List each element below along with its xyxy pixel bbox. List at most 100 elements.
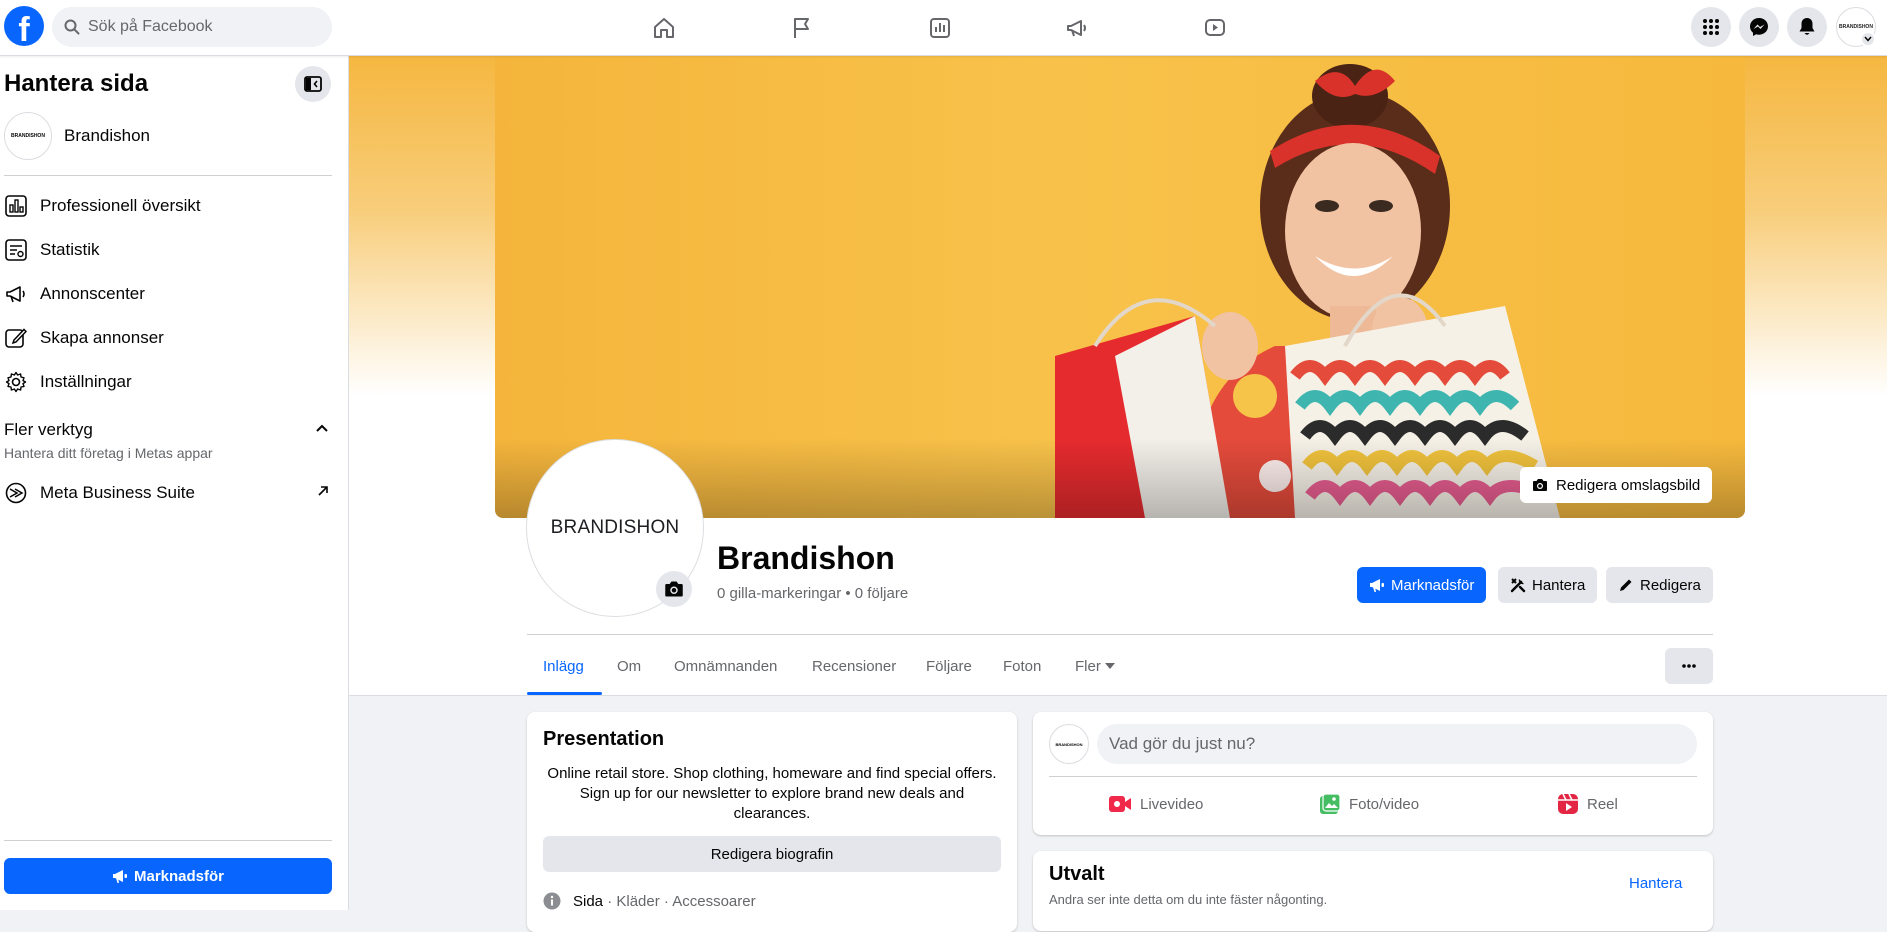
dashboard-icon <box>4 194 28 218</box>
manage-button[interactable]: Hantera <box>1498 567 1598 603</box>
sidebar-promote-label: Marknadsför <box>133 867 225 885</box>
facebook-logo[interactable]: f <box>4 6 44 46</box>
live-video-button[interactable]: Livevideo <box>1108 784 1203 824</box>
collapse-sidebar-icon[interactable] <box>295 66 331 102</box>
sidebar-divider <box>4 175 332 176</box>
sidebar-page-name: Brandishon <box>64 126 151 145</box>
composer-input[interactable]: Vad gör du just nu? <box>1097 724 1697 764</box>
sidebar-item-meta-business-suite[interactable]: Meta Business Suite <box>4 473 332 513</box>
messenger-icon[interactable] <box>1739 7 1779 47</box>
photo-video-label: Foto/video <box>1349 795 1420 813</box>
search-input[interactable] <box>88 18 308 36</box>
live-video-label: Livevideo <box>1140 795 1204 813</box>
chevron-up-icon[interactable] <box>314 422 330 434</box>
home-icon[interactable] <box>646 10 682 46</box>
search-box[interactable] <box>52 7 332 47</box>
featured-title: Utvalt <box>1049 863 1105 885</box>
sidebar-item-label: Inställningar <box>40 372 132 391</box>
flag-icon[interactable] <box>784 10 820 46</box>
page-type: Sida <box>573 892 604 910</box>
page-stats[interactable]: 0 gilla-markeringar • 0 följare <box>717 585 908 602</box>
megaphone-icon <box>112 870 127 883</box>
edit-page-button[interactable]: Redigera <box>1606 567 1713 603</box>
page-avatar-text: BRANDISHON <box>11 133 45 139</box>
menu-grid-icon[interactable] <box>1691 7 1731 47</box>
info-icon <box>543 892 561 910</box>
tab-followers[interactable]: Följare <box>926 652 972 680</box>
page-categories: · Kläder · Accessoarer <box>603 892 756 910</box>
reel-icon <box>1558 793 1578 814</box>
post-composer-card: BRANDISHON Vad gör du just nu? Livevideo… <box>1033 712 1713 835</box>
more-tools-title[interactable]: Fler verktyg <box>4 420 93 440</box>
tab-reviews[interactable]: Recensioner <box>812 652 896 680</box>
featured-subtitle: Andra ser inte detta om du inte fäster n… <box>1049 892 1328 907</box>
featured-manage-link[interactable]: Hantera <box>1629 875 1682 892</box>
pencil-icon <box>4 326 28 350</box>
megaphone-icon[interactable] <box>1059 10 1095 46</box>
reel-button[interactable]: Reel <box>1557 784 1618 824</box>
reel-label: Reel <box>1587 795 1618 813</box>
account-avatar-text: BRANDISHON <box>1839 24 1873 30</box>
page-title: Brandishon <box>717 540 895 576</box>
tab-photos[interactable]: Foton <box>1003 652 1041 680</box>
sidebar-item-settings[interactable]: Inställningar <box>4 362 332 402</box>
more-options-button[interactable] <box>1665 648 1713 684</box>
composer-divider <box>1049 776 1697 777</box>
photo-video-button[interactable]: Foto/video <box>1319 784 1419 824</box>
megaphone-icon <box>4 282 28 306</box>
manage-page-sidebar: Hantera sida BRANDISHON Brandishon Profe… <box>0 56 349 910</box>
sidebar-page-switcher[interactable]: BRANDISHON Brandishon <box>4 112 150 160</box>
tab-about[interactable]: Om <box>617 652 641 680</box>
camera-icon[interactable] <box>656 571 692 607</box>
manage-label: Hantera <box>1532 576 1586 594</box>
ellipsis-icon <box>1682 664 1696 668</box>
composer-avatar[interactable]: BRANDISHON <box>1049 724 1089 764</box>
insights-icon[interactable] <box>922 10 958 46</box>
sidebar-item-ad-center[interactable]: Annonscenter <box>4 274 332 314</box>
sidebar-item-professional-dashboard[interactable]: Professionell översikt <box>4 186 332 226</box>
tab-mentions[interactable]: Omnämnanden <box>674 652 777 680</box>
sidebar-title: Hantera sida <box>4 70 149 97</box>
composer-avatar-text: BRANDISHON <box>1055 741 1083 747</box>
sidebar-item-label: Meta Business Suite <box>40 483 195 502</box>
tab-more[interactable]: Fler <box>1075 652 1115 680</box>
tabs-divider <box>527 634 1713 635</box>
cover-photo[interactable] <box>495 56 1745 518</box>
live-video-icon <box>1109 796 1131 812</box>
meta-business-suite-icon <box>4 481 28 505</box>
video-icon[interactable] <box>1197 10 1233 46</box>
search-icon <box>64 19 80 35</box>
sidebar-item-statistics[interactable]: Statistik <box>4 230 332 270</box>
profile-picture-text: BRANDISHON <box>550 517 680 538</box>
featured-card: Utvalt Andra ser inte detta om du inte f… <box>1033 851 1713 931</box>
sidebar-item-label: Annonscenter <box>40 284 145 303</box>
edit-cover-label: Redigera omslagsbild <box>1556 476 1701 494</box>
pencil-icon <box>1620 579 1632 591</box>
sidebar-divider <box>4 840 332 841</box>
sidebar-item-label: Skapa annonser <box>40 328 164 347</box>
gear-icon <box>4 370 28 394</box>
page-avatar: BRANDISHON <box>4 112 52 160</box>
tab-more-label: Fler <box>1075 657 1101 675</box>
sidebar-promote-button[interactable]: Marknadsför <box>4 858 332 894</box>
edit-page-label: Redigera <box>1640 576 1701 594</box>
caret-down-icon <box>1104 663 1115 669</box>
bio-text: Online retail store. Shop clothing, home… <box>547 765 997 822</box>
bell-icon[interactable] <box>1787 7 1827 47</box>
stats-icon <box>4 238 28 262</box>
sidebar-item-label: Statistik <box>40 240 100 259</box>
sidebar-item-create-ads[interactable]: Skapa annonser <box>4 318 332 358</box>
megaphone-icon <box>1370 579 1384 592</box>
edit-bio-button[interactable]: Redigera biografin <box>543 836 1001 872</box>
edit-cover-button[interactable]: Redigera omslagsbild <box>1520 467 1713 503</box>
sidebar-item-label: Professionell översikt <box>40 196 201 215</box>
tab-posts[interactable]: Inlägg <box>543 652 584 680</box>
presentation-title: Presentation <box>543 728 665 750</box>
photo-icon <box>1320 793 1341 814</box>
promote-label: Marknadsför <box>1391 576 1475 594</box>
camera-icon <box>1533 479 1547 491</box>
promote-button[interactable]: Marknadsför <box>1357 567 1487 603</box>
presentation-card: Presentation Online retail store. Shop c… <box>527 712 1017 932</box>
chevron-down-icon[interactable] <box>1860 31 1876 47</box>
active-tab-indicator <box>527 692 602 695</box>
